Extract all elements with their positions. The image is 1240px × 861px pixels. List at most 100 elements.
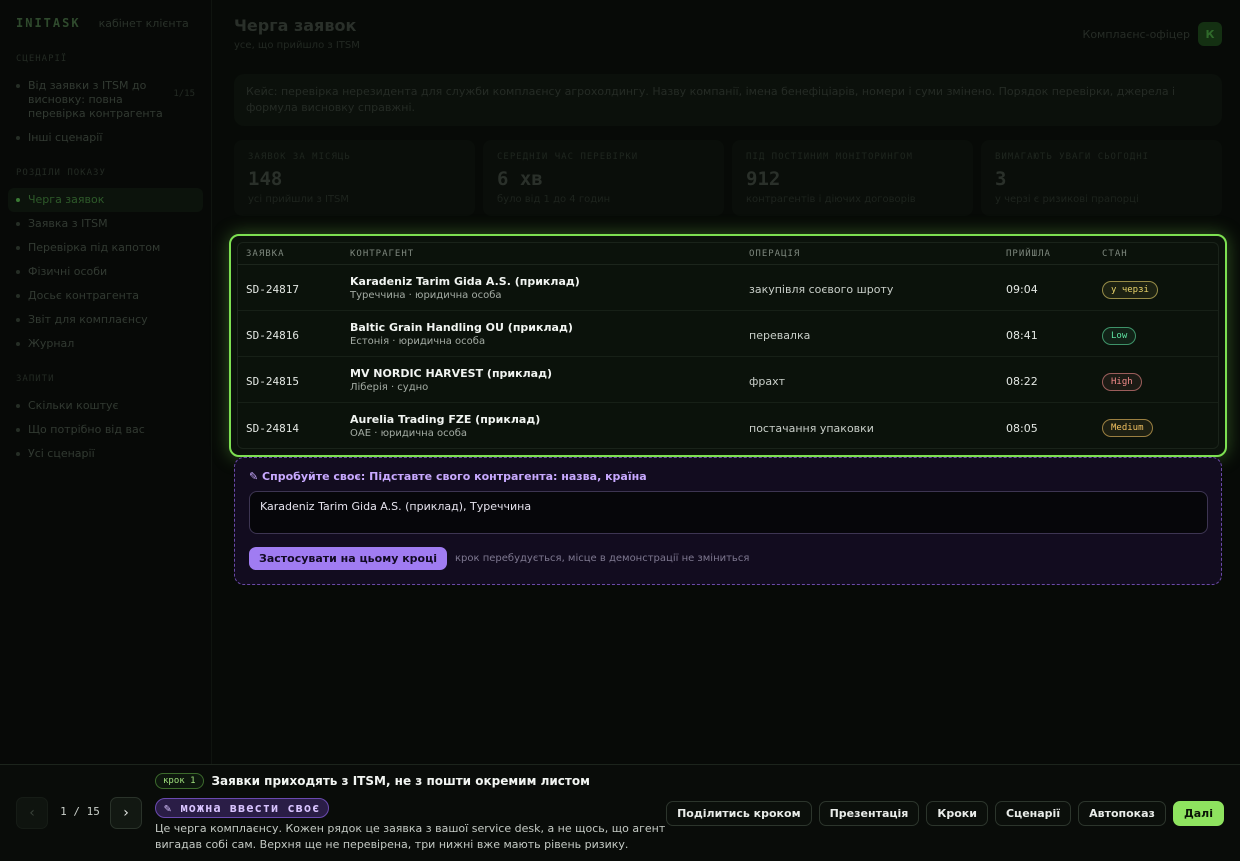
stat-label: під постійним моніторингом [746, 152, 913, 162]
try-your-own-panel: ✎ Спробуйте своє: Підставте свого контра… [234, 457, 1222, 585]
request-id: SD-24814 [246, 421, 299, 435]
sidebar-item-report[interactable]: Звіт для комплаєнсу [8, 308, 203, 332]
bullet-icon [16, 270, 20, 274]
bullet-icon [16, 428, 20, 432]
arrival-time: 08:41 [1006, 329, 1038, 342]
bullet-icon [16, 246, 20, 250]
page-subtitle: усе, що прийшло з ITSM [234, 40, 360, 51]
bullet-icon [16, 84, 20, 88]
sidebar-item-scenario-main[interactable]: Від заявки з ITSM до висновку: повна пер… [8, 74, 203, 126]
sidebar-item-pricing[interactable]: Скільки коштує [8, 394, 203, 418]
bullet-icon [16, 318, 20, 322]
request-id: SD-24817 [246, 283, 299, 296]
stat-card: під постійним моніторингом 912 контраген… [732, 140, 973, 216]
table-header: ЗАЯВКА КОНТРАГЕНТ ОПЕРАЦІЯ ПРИЙШЛА СТАН [238, 243, 1218, 265]
bullet-icon [16, 294, 20, 298]
editable-badge: ✎ можна ввести своє [155, 798, 330, 818]
status-badge: у черзі [1102, 280, 1158, 299]
request-queue-table: ЗАЯВКА КОНТРАГЕНТ ОПЕРАЦІЯ ПРИЙШЛА СТАН … [229, 234, 1227, 457]
operation: закупівля соєвого шроту [749, 283, 894, 296]
counterparty-details: Ліберія · судно [350, 381, 429, 393]
sidebar-item-label: Черга заявок [28, 193, 105, 206]
sidebar-item-label: Усі сценарії [28, 447, 95, 460]
case-description: Кейс: перевірка нерезидента для служби к… [234, 74, 1222, 126]
stat-card: вимагають уваги сьогодні 3 у черзі є риз… [981, 140, 1222, 216]
scenarios-button[interactable]: Сценарії [994, 801, 1072, 826]
sidebar-item-label: Заявка з ITSM [28, 217, 108, 230]
request-id: SD-24815 [246, 375, 299, 388]
table-row[interactable]: SD-24816 Baltic Grain Handling OU (прикл… [238, 311, 1218, 357]
stat-value: 148 [248, 168, 283, 190]
step-title: Заявки приходять з ITSM, не з пошти окре… [211, 774, 590, 788]
page-title: Черга заявок [234, 16, 357, 35]
bullet-icon [16, 404, 20, 408]
counterparty-name: Baltic Grain Handling OU (приклад) [350, 320, 573, 334]
table-row[interactable]: SD-24815 MV NORDIC HARVEST (приклад) Ліб… [238, 357, 1218, 403]
bullet-icon [16, 222, 20, 226]
stat-note: усі прийшли з ITSM [248, 194, 350, 205]
column-header-operation: ОПЕРАЦІЯ [749, 248, 801, 259]
status-badge: Low [1102, 326, 1137, 345]
chevron-left-icon: ‹ [29, 805, 35, 821]
table-row[interactable]: SD-24817 Karadeniz Tarim Gida A.S. (прик… [238, 265, 1218, 311]
presentation-button[interactable]: Презентація [818, 801, 920, 826]
step-counter: 1 / 15 [60, 805, 100, 818]
bullet-icon [16, 136, 20, 140]
steps-button[interactable]: Кроки [926, 801, 988, 826]
previous-step-button[interactable]: ‹ [16, 797, 48, 829]
sidebar-item-individuals[interactable]: Фізичні особи [8, 260, 203, 284]
autoplay-button[interactable]: Автопоказ [1078, 801, 1166, 826]
sidebar-item-requirements[interactable]: Що потрібно від вас [8, 418, 203, 442]
arrival-time: 09:04 [1006, 283, 1038, 296]
sidebar-item-dossier[interactable]: Досьє контрагента [8, 284, 203, 308]
user-menu[interactable]: Комплаєнс-офіцер К [1083, 22, 1222, 46]
status-badge: Medium [1102, 419, 1153, 437]
sidebar-item-under-the-hood[interactable]: Перевірка під капотом [8, 236, 203, 260]
brand-logo[interactable]: INITASK [16, 16, 81, 30]
sidebar: INITASK кабінет клієнта СЦЕНАРІЇ Від зая… [0, 0, 212, 764]
stat-value: 912 [746, 168, 781, 190]
stat-card: заявок за місяць 148 усі прийшли з ITSM [234, 140, 475, 216]
avatar[interactable]: К [1198, 22, 1222, 46]
stats-row: заявок за місяць 148 усі прийшли з ITSM … [234, 140, 1222, 216]
sidebar-item-label: Від заявки з ITSM до висновку: повна пер… [28, 79, 163, 120]
step-description: Це черга комплаєнсу. Кожен рядок це заяв… [155, 822, 666, 851]
counterparty-details: Естонія · юридична особа [350, 335, 486, 347]
user-role: Комплаєнс-офіцер [1082, 27, 1190, 41]
table-row[interactable]: SD-24814 Aurelia Trading FZE (приклад) О… [238, 403, 1218, 448]
sidebar-section-title: ЗАПИТИ [16, 374, 55, 384]
request-id: SD-24816 [246, 329, 299, 342]
sidebar-item-label: Інші сценарії [28, 131, 103, 144]
next-step-button[interactable]: › [110, 797, 142, 829]
column-header-request: ЗАЯВКА [246, 248, 285, 259]
counterparty-name: Aurelia Trading FZE (приклад) [350, 413, 541, 426]
sidebar-item-label: Що потрібно від вас [28, 423, 145, 436]
sidebar-item-all-scenarios[interactable]: Усі сценарії [8, 442, 203, 466]
sidebar-item-label: Досьє контрагента [28, 289, 139, 302]
brand: INITASK кабінет клієнта [8, 16, 203, 36]
sidebar-item-queue[interactable]: Черга заявок [8, 188, 203, 212]
stat-note: контрагентів і діючих договорів [746, 194, 916, 205]
sidebar-item-itsm-request[interactable]: Заявка з ITSM [8, 212, 203, 236]
column-header-counterparty: КОНТРАГЕНТ [350, 248, 415, 259]
stat-card: середній час перевірки 6 хв було від 1 д… [483, 140, 724, 216]
sidebar-item-label: Перевірка під капотом [28, 241, 161, 254]
sidebar-item-label: Звіт для комплаєнсу [28, 313, 148, 326]
arrival-time: 08:22 [1006, 375, 1038, 388]
share-step-button[interactable]: Поділитись кроком [666, 801, 812, 826]
sidebar-item-label: Фізичні особи [28, 265, 108, 278]
walkthrough-actions: Поділитись кроком Презентація Кроки Сцен… [666, 801, 1224, 826]
stat-note: у черзі є ризикові прапорці [995, 194, 1139, 205]
chevron-right-icon: › [123, 805, 129, 821]
next-button[interactable]: Далі [1172, 801, 1224, 826]
column-header-arrived: ПРИЙШЛА [1006, 248, 1051, 259]
sidebar-item-journal[interactable]: Журнал [8, 332, 203, 356]
stat-note: було від 1 до 4 годин [497, 194, 611, 205]
counterparty-input[interactable] [249, 491, 1208, 534]
walkthrough-bar: ‹ 1 / 15 › крок 1 Заявки приходять з ITS… [0, 764, 1240, 861]
operation: постачання упаковки [749, 421, 874, 435]
apply-button[interactable]: Застосувати на цьому кроці [249, 547, 448, 570]
bullet-icon [16, 452, 20, 456]
stat-label: заявок за місяць [248, 152, 351, 162]
sidebar-item-other-scenarios[interactable]: Інші сценарії [8, 126, 203, 150]
